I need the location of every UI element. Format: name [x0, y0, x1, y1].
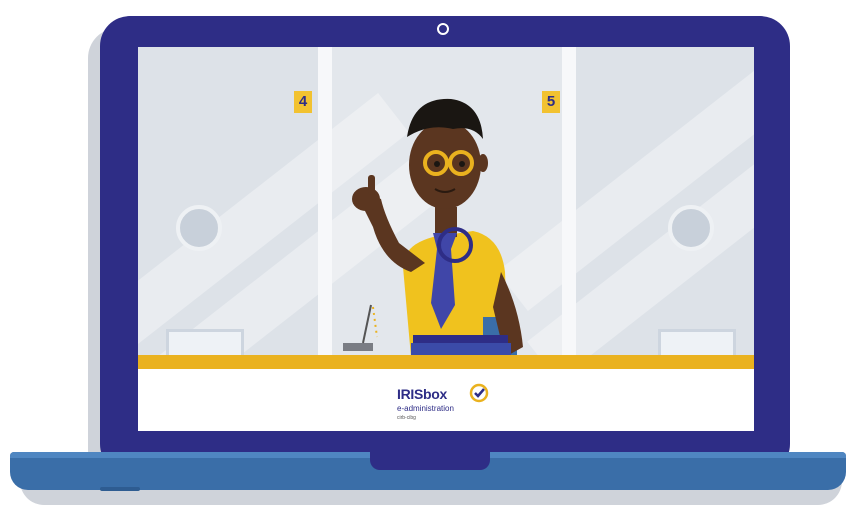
laptop-illustration: 4 5 IRISbox e-administration cirb-cibg	[0, 0, 859, 518]
intercom-icon	[176, 205, 222, 251]
document-tray	[658, 329, 736, 357]
booth-divider	[562, 47, 576, 357]
logo-tagline: cirb-cibg	[397, 415, 416, 421]
logo-subtitle: e-administration	[397, 404, 454, 413]
irisbox-logo: IRISbox e-administration cirb-cibg	[397, 383, 497, 430]
webcam-icon	[437, 23, 449, 35]
clerk-character	[343, 98, 523, 357]
booth-number-4: 4	[294, 91, 312, 113]
hinge-notch	[370, 452, 490, 470]
document-tray	[166, 329, 244, 357]
check-icon	[469, 383, 489, 403]
logo-text: IRISbox	[397, 386, 448, 402]
intercom-icon	[668, 205, 714, 251]
laptop-port	[100, 487, 140, 491]
laptop-screen: 4 5 IRISbox e-administration cirb-cibg	[138, 47, 754, 431]
booth-divider	[318, 47, 332, 357]
counter-ledge	[138, 355, 754, 369]
